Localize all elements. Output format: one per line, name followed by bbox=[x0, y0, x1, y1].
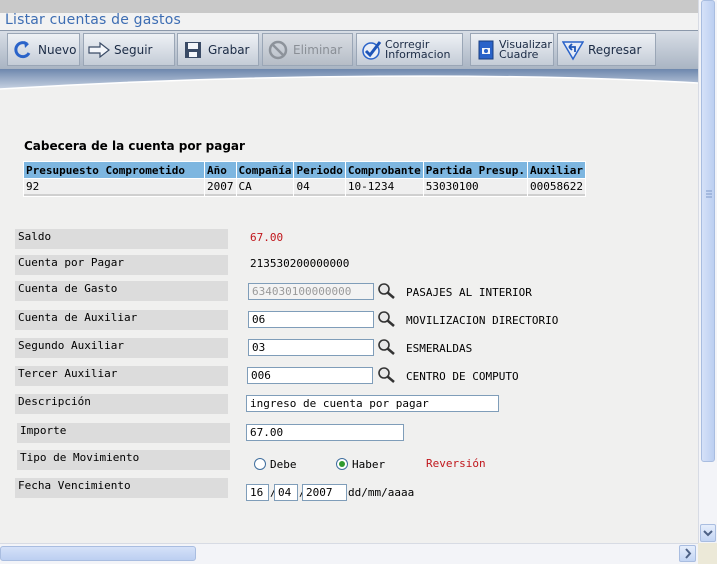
col-comprobante: Comprobante bbox=[345, 162, 423, 178]
cuenta-gasto-desc: PASAJES AL INTERIOR bbox=[406, 286, 532, 299]
segundo-auxiliar-label: Segundo Auxiliar bbox=[15, 338, 228, 358]
scroll-down-button[interactable] bbox=[700, 524, 716, 542]
scrollbar-corner bbox=[698, 543, 717, 564]
eliminar-button[interactable]: Eliminar bbox=[262, 33, 353, 66]
seguir-label: Seguir bbox=[114, 42, 153, 57]
header-table: Presupuesto Comprometido Año Compañía Pe… bbox=[23, 161, 587, 197]
descripcion-label: Descripción bbox=[15, 394, 228, 414]
cuenta-auxiliar-desc: MOVILIZACION DIRECTORIO bbox=[406, 314, 559, 327]
vertical-scroll-thumb[interactable] bbox=[701, 0, 715, 462]
radio-selected-dot bbox=[339, 461, 345, 467]
toolbar: Nuevo Seguir Grabar Eliminar Corregir Inf… bbox=[0, 30, 698, 70]
table-row: 92 2007 CA 04 10-1234 53030100 00058622 bbox=[24, 179, 586, 196]
search-icon[interactable] bbox=[377, 282, 397, 300]
chevron-right-icon bbox=[685, 548, 692, 559]
debe-label: Debe bbox=[270, 458, 297, 471]
col-partida: Partida Presup. bbox=[423, 162, 528, 178]
search-icon[interactable] bbox=[377, 338, 397, 356]
section-title: Cabecera de la cuenta por pagar bbox=[24, 139, 245, 153]
visualizar-label: Visualizar Cuadre bbox=[499, 39, 552, 61]
grabar-label: Grabar bbox=[208, 42, 250, 57]
col-auxiliar: Auxiliar bbox=[528, 162, 586, 178]
scroll-right-button[interactable] bbox=[679, 545, 696, 562]
cuenta-pagar-value: 213530200000000 bbox=[250, 257, 350, 270]
tipo-movimiento-label: Tipo de Movimiento bbox=[17, 450, 230, 470]
cell-presupuesto: 92 bbox=[24, 179, 204, 196]
col-compania: Compañía bbox=[236, 162, 294, 178]
regresar-button[interactable]: Regresar bbox=[557, 33, 656, 66]
horizontal-scroll-thumb[interactable] bbox=[0, 546, 196, 561]
corregir-informacion-button[interactable]: Corregir Informacion bbox=[356, 33, 463, 66]
cell-anio: 2007 bbox=[205, 179, 236, 196]
tercer-auxiliar-label: Tercer Auxiliar bbox=[15, 366, 228, 386]
app-frame: Listar cuentas de gastos Nuevo Seguir Gr… bbox=[0, 0, 717, 564]
page-title: Listar cuentas de gastos bbox=[5, 12, 181, 28]
cuenta-pagar-label: Cuenta por Pagar bbox=[15, 255, 228, 275]
header-swoosh bbox=[0, 69, 698, 95]
cell-partida: 53030100 bbox=[423, 179, 528, 196]
cell-periodo: 04 bbox=[294, 179, 345, 196]
nuevo-label: Nuevo bbox=[38, 42, 77, 57]
chevron-down-icon bbox=[703, 530, 713, 537]
page-content: Listar cuentas de gastos Nuevo Seguir Gr… bbox=[0, 0, 698, 543]
segundo-auxiliar-desc: ESMERALDAS bbox=[406, 342, 473, 355]
corregir-label-line2: Informacion bbox=[385, 47, 451, 61]
saldo-value: 67.00 bbox=[250, 231, 284, 244]
grabar-button[interactable]: Grabar bbox=[177, 33, 259, 66]
col-periodo: Periodo bbox=[294, 162, 345, 178]
col-presupuesto: Presupuesto Comprometido bbox=[24, 162, 204, 178]
reversion-label: Reversión bbox=[426, 457, 486, 470]
cuenta-gasto-label: Cuenta de Gasto bbox=[15, 281, 228, 301]
saldo-label: Saldo bbox=[15, 229, 228, 249]
segundo-auxiliar-input[interactable]: 03 bbox=[248, 339, 374, 356]
horizontal-scrollbar[interactable] bbox=[0, 543, 698, 564]
cell-compania: CA bbox=[236, 179, 294, 196]
refresh-icon bbox=[12, 39, 34, 61]
tercer-auxiliar-desc: CENTRO DE COMPUTO bbox=[406, 370, 519, 383]
tercer-auxiliar-input[interactable]: 006 bbox=[247, 367, 373, 384]
cell-auxiliar: 00058622 bbox=[528, 179, 586, 196]
cuenta-auxiliar-label: Cuenta de Auxiliar bbox=[15, 310, 228, 330]
cell-comprobante: 10-1234 bbox=[345, 179, 423, 196]
vertical-scrollbar[interactable] bbox=[698, 0, 717, 543]
cuenta-auxiliar-input[interactable]: 06 bbox=[248, 311, 374, 328]
regresar-label: Regresar bbox=[588, 42, 642, 57]
haber-label: Haber bbox=[352, 458, 386, 471]
visualizar-cuadre-button[interactable]: Visualizar Cuadre bbox=[470, 33, 554, 66]
return-shield-icon bbox=[562, 39, 584, 61]
checkmark-edit-icon bbox=[361, 39, 383, 61]
save-icon bbox=[182, 39, 204, 61]
visualizar-label-line2: Cuadre bbox=[499, 47, 539, 61]
grip-icon bbox=[706, 190, 712, 198]
table-header-row: Presupuesto Comprometido Año Compañía Pe… bbox=[24, 162, 586, 178]
date-format-hint: dd/mm/aaaa bbox=[348, 486, 415, 499]
corregir-label: Corregir Informacion bbox=[385, 39, 451, 61]
page-title-bar: Listar cuentas de gastos bbox=[0, 12, 698, 30]
search-icon[interactable] bbox=[377, 310, 397, 328]
fecha-year-input[interactable]: 2007 bbox=[302, 484, 347, 501]
descripcion-input[interactable]: ingreso de cuenta por pagar bbox=[246, 395, 499, 412]
debe-radio[interactable] bbox=[254, 458, 266, 470]
fecha-vencimiento-label: Fecha Vencimiento bbox=[15, 478, 228, 498]
haber-radio[interactable] bbox=[336, 458, 348, 470]
cuenta-gasto-input[interactable]: 634030100000000 bbox=[248, 283, 374, 300]
document-view-icon bbox=[475, 39, 497, 61]
importe-input[interactable]: 67.00 bbox=[246, 424, 404, 441]
prohibited-icon bbox=[267, 39, 289, 61]
importe-label: Importe bbox=[17, 423, 230, 443]
search-icon[interactable] bbox=[377, 366, 397, 384]
fecha-day-input[interactable]: 16 bbox=[246, 484, 269, 501]
arrow-right-icon bbox=[88, 39, 110, 61]
fecha-month-input[interactable]: 04 bbox=[274, 484, 298, 501]
eliminar-label: Eliminar bbox=[293, 42, 343, 57]
seguir-button[interactable]: Seguir bbox=[83, 33, 175, 66]
nuevo-button[interactable]: Nuevo bbox=[7, 33, 80, 66]
col-anio: Año bbox=[205, 162, 236, 178]
